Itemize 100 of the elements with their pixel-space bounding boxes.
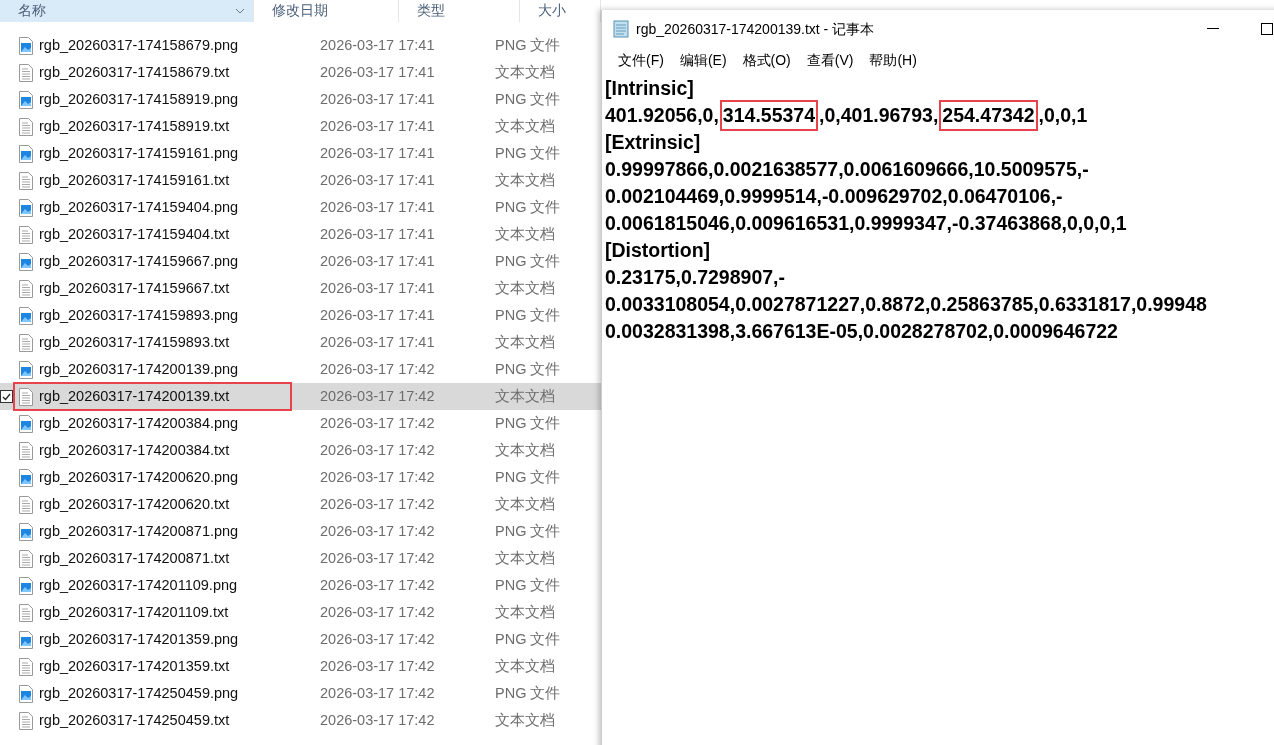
text-file-icon [19,225,33,244]
text-line: 0.99997866,0.0021638577,0.0061609666,10.5009575,- [605,157,1089,182]
image-file-icon [19,36,33,55]
type-cell-text: 文本文档 [495,602,555,622]
highlighted-value: 314.55374 [721,102,817,129]
chevron-icon [235,8,245,14]
image-file-icon [19,630,33,649]
file-name[interactable]: rgb_20260317-174158679.png [39,34,239,57]
text-line: ,0,401.96793, [819,103,939,128]
date-cell-text: 2026-03-17 17:41 [319,170,436,190]
menu-item[interactable]: 帮助(H) [861,49,925,71]
menu-item[interactable]: 格式(O) [734,49,799,71]
date-cell-text: 2026-03-17 17:41 [319,278,436,298]
column-header[interactable]: 名称 [0,0,254,22]
date-cell-text: 2026-03-17 17:41 [319,89,436,109]
text-file-icon [19,117,33,136]
file-name[interactable]: rgb_20260317-174250459.png [39,682,239,705]
text-line: 0.23175,0.7298907,- [605,265,785,290]
file-name[interactable]: rgb_20260317-174200384.txt [39,439,230,462]
file-row[interactable]: rgb_20260317-174200139.txt 2026-03-17 17:42 文本文档 [0,383,601,410]
type-cell-text: PNG 文件 [495,683,561,703]
image-file-icon [19,252,33,271]
file-name[interactable]: rgb_20260317-174159893.txt [39,331,230,354]
file-name[interactable]: rgb_20260317-174200871.txt [39,547,230,570]
menu-item[interactable]: 文件(F) [610,49,672,71]
checkbox[interactable] [0,390,13,403]
date-cell-text: 2026-03-17 17:42 [319,575,436,595]
file-name[interactable]: rgb_20260317-174250459.txt [39,709,230,732]
file-name[interactable]: rgb_20260317-174200139.png [39,358,239,381]
text-file-icon [19,387,33,406]
date-cell-text: 2026-03-17 17:42 [319,656,436,676]
type-cell-text: PNG 文件 [495,197,561,217]
text-line: 401.92056,0, [605,103,719,128]
file-name[interactable]: rgb_20260317-174159667.png [39,250,239,273]
type-cell-text: 文本文档 [495,656,555,676]
maximize-icon[interactable] [1261,23,1273,35]
file-name[interactable]: rgb_20260317-174200871.png [39,520,239,543]
file-name[interactable]: rgb_20260317-174159893.png [39,304,239,327]
type-cell-text: 文本文档 [495,332,555,352]
date-cell-text: 2026-03-17 17:42 [319,440,436,460]
text-line: 0.0061815046,0.009616531,0.9999347,-0.37463868,0,0,0,1 [605,211,1127,236]
date-cell-text: 2026-03-17 17:41 [319,116,436,136]
image-file-icon [19,306,33,325]
type-cell-text: 文本文档 [495,386,555,406]
text-file-icon [19,603,33,622]
type-cell-text: PNG 文件 [495,629,561,649]
date-cell-text: 2026-03-17 17:42 [319,629,436,649]
image-file-icon [19,576,33,595]
file-name[interactable]: rgb_20260317-174159404.txt [39,223,230,246]
type-cell-text: PNG 文件 [495,35,561,55]
menu-item[interactable]: 查看(V) [798,49,862,71]
file-name[interactable]: rgb_20260317-174200384.png [39,412,239,435]
date-cell-text: 2026-03-17 17:42 [319,494,436,514]
file-name[interactable]: rgb_20260317-174159667.txt [39,277,230,300]
file-name[interactable]: rgb_20260317-174158919.txt [39,115,230,138]
image-file-icon [19,414,33,433]
minimize-icon[interactable] [1207,28,1219,30]
date-cell-text: 2026-03-17 17:41 [319,224,436,244]
file-name[interactable]: rgb_20260317-174200139.txt [39,385,230,408]
file-name[interactable]: rgb_20260317-174159161.png [39,142,239,165]
image-file-icon [19,198,33,217]
file-name[interactable]: rgb_20260317-174200620.txt [39,493,230,516]
type-cell-text: PNG 文件 [495,575,561,595]
text-file-icon [19,333,33,352]
text-file-icon [19,549,33,568]
date-cell-text: 2026-03-17 17:41 [319,332,436,352]
file-name[interactable]: rgb_20260317-174201109.png [39,574,238,597]
type-cell-text: 文本文档 [495,710,555,730]
highlighted-value: 254.47342 [941,102,1036,129]
type-cell-text: 文本文档 [495,224,555,244]
date-cell-text: 2026-03-17 17:42 [319,548,436,568]
file-name[interactable]: rgb_20260317-174201359.txt [39,655,230,678]
notepad-icon [612,20,630,38]
date-cell-text: 2026-03-17 17:41 [319,305,436,325]
date-cell-text: 2026-03-17 17:42 [319,413,436,433]
type-cell-text: PNG 文件 [495,305,561,325]
menu-item[interactable]: 编辑(E) [671,49,735,71]
file-name[interactable]: rgb_20260317-174201359.png [39,628,239,651]
text-file-icon [19,657,33,676]
file-name[interactable]: rgb_20260317-174159161.txt [39,169,230,192]
text-line: [Extrinsic] [605,130,701,155]
date-cell-text: 2026-03-17 17:42 [319,710,436,730]
type-cell-text: 文本文档 [495,116,555,136]
file-name[interactable]: rgb_20260317-174201109.txt [39,601,229,624]
text-file-icon [19,495,33,514]
file-name[interactable]: rgb_20260317-174200620.png [39,466,239,489]
date-cell-text: 2026-03-17 17:41 [319,143,436,163]
type-cell-text: PNG 文件 [495,521,561,541]
type-cell-text: PNG 文件 [495,143,561,163]
image-file-icon [19,522,33,541]
type-cell-text: PNG 文件 [495,413,561,433]
file-name[interactable]: rgb_20260317-174159404.png [39,196,239,219]
type-cell-text: PNG 文件 [495,251,561,271]
image-file-icon [19,684,33,703]
text-file-icon [19,279,33,298]
date-cell-text: 2026-03-17 17:41 [319,251,436,271]
text-line: 0.0032831398,3.667613E-05,0.0028278702,0.0009646722 [605,319,1118,344]
file-name[interactable]: rgb_20260317-174158919.png [39,88,239,111]
type-cell-text: 文本文档 [495,548,555,568]
file-name[interactable]: rgb_20260317-174158679.txt [39,61,230,84]
